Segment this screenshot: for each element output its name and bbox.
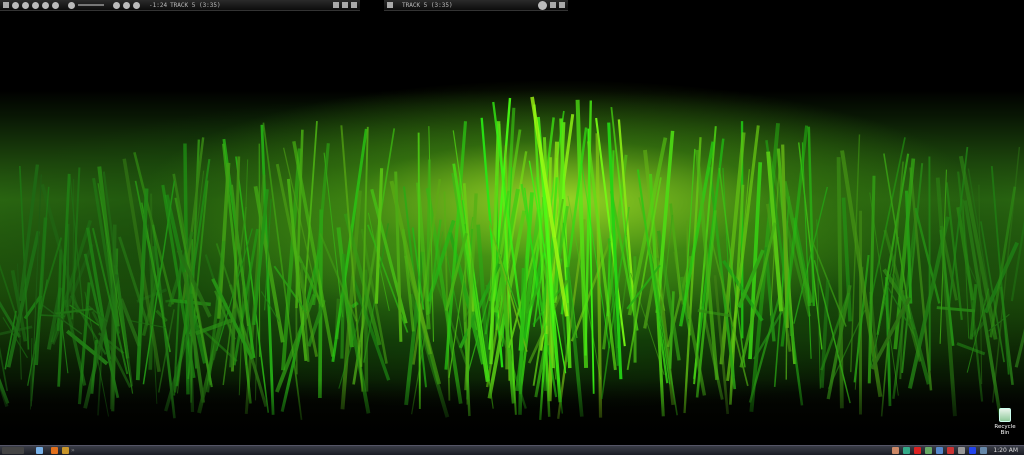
next-icon[interactable] (52, 1, 59, 9)
start-button[interactable] (2, 447, 24, 454)
taskbar: » 1:20 AM (0, 445, 1024, 455)
minimize-icon[interactable] (342, 2, 348, 8)
network-icon[interactable] (892, 447, 900, 454)
track-title: TRACK 5 (3:35) (402, 1, 453, 9)
recycle-bin[interactable]: Recycle Bin (990, 408, 1020, 436)
more-chevron-icon[interactable]: » (71, 447, 75, 454)
repeat-icon[interactable] (123, 1, 130, 9)
eject-icon[interactable] (68, 1, 75, 9)
close-icon[interactable] (351, 2, 357, 8)
security-icon[interactable] (947, 447, 955, 454)
winamp-icon[interactable] (62, 447, 69, 454)
elapsed-time: -1:24 (149, 1, 168, 9)
clock: 1:20 AM (993, 447, 1018, 454)
recycle-bin-label: Recycle Bin (994, 424, 1016, 436)
grass-wallpaper (0, 96, 1024, 445)
previous-icon[interactable] (12, 1, 19, 9)
play-icon[interactable] (22, 1, 29, 9)
media-player-bar: -1:24 TRACK 5 (3:35) (0, 0, 360, 11)
menu-icon[interactable] (387, 2, 393, 8)
visualizer-icon (333, 2, 339, 8)
pause-icon[interactable] (32, 1, 39, 9)
stop-icon[interactable] (42, 1, 49, 9)
messenger-icon[interactable] (936, 447, 944, 454)
shuffle-icon[interactable] (113, 1, 120, 9)
firefox-icon[interactable] (51, 447, 58, 454)
ie-icon[interactable] (36, 447, 43, 454)
media-icon[interactable] (958, 447, 966, 454)
knob-icon[interactable] (538, 0, 547, 10)
playlist-icon[interactable] (133, 1, 140, 9)
monitor-icon[interactable] (980, 447, 988, 454)
media-player-bar-2: TRACK 5 (3:35) (384, 0, 568, 11)
volume-icon[interactable] (925, 447, 933, 454)
recycle-bin-icon (999, 408, 1011, 422)
volume-slider[interactable] (78, 4, 104, 6)
shield-icon[interactable] (903, 447, 911, 454)
minimize-icon[interactable] (550, 2, 556, 8)
menu-icon[interactable] (3, 2, 9, 8)
antivirus-icon[interactable] (914, 447, 922, 454)
track-title: TRACK 5 (3:35) (170, 1, 221, 9)
display-icon[interactable] (969, 447, 977, 454)
desktop-wallpaper (0, 0, 1024, 445)
close-icon[interactable] (559, 2, 565, 8)
